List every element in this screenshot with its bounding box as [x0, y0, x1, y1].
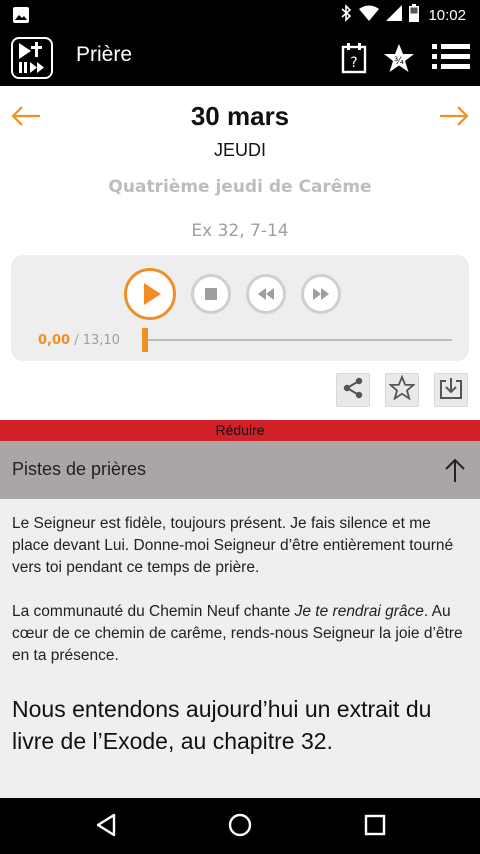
download-icon [438, 375, 464, 405]
audio-player: 0,00 / 13,10 [11, 255, 469, 361]
system-navigation-bar [0, 798, 480, 854]
song-title: Je te rendrai grâce [294, 603, 424, 620]
app-title: Prière [76, 43, 133, 66]
liturgical-day-label: Quatrième jeudi de Carême [108, 177, 372, 197]
play-button[interactable] [124, 268, 176, 320]
recent-apps-icon[interactable] [363, 812, 387, 842]
total-time: 13,10 [82, 333, 120, 348]
svg-text:?: ? [350, 55, 357, 71]
app-logo-icon[interactable] [11, 37, 53, 79]
current-time: 0,00 [38, 333, 71, 348]
home-icon[interactable] [227, 812, 253, 842]
battery-icon [409, 4, 420, 26]
scripture-reference: Ex 32, 7-14 [191, 221, 289, 241]
prayer-paragraph-2: La communauté du Chemin Neuf chante Je t… [12, 601, 468, 667]
bluetooth-icon [340, 4, 352, 26]
share-button[interactable] [336, 373, 370, 407]
time-separator: / [70, 333, 83, 348]
seek-thumb[interactable] [142, 328, 148, 352]
favorite-button[interactable] [385, 373, 419, 407]
image-icon [12, 6, 30, 28]
share-icon [341, 376, 365, 404]
reduce-button[interactable]: Réduire [0, 420, 480, 441]
app-bar: Prière ? ¾ [0, 30, 480, 86]
fast-forward-button[interactable] [301, 274, 341, 314]
wifi-icon [359, 5, 380, 25]
download-button[interactable] [434, 373, 468, 407]
weekday-label: JEUDI [213, 140, 266, 160]
calendar-icon[interactable]: ? [340, 42, 368, 78]
status-bar: 10:02 [0, 0, 480, 30]
favorites-star-icon[interactable]: ¾ [383, 42, 415, 78]
seek-track[interactable] [145, 339, 452, 341]
rewind-button[interactable] [246, 274, 286, 314]
section-title: Pistes de prières [12, 459, 147, 479]
status-time: 10:02 [428, 6, 466, 24]
reading-introduction: Nous entendons aujourd’hui un extrait du… [12, 696, 432, 754]
playback-time: 0,00 / 13,10 [38, 333, 120, 348]
paragraph-2-text-start: La communauté du Chemin Neuf chante [12, 603, 295, 620]
date-title: 30 mars [190, 101, 290, 131]
svg-text:¾: ¾ [394, 56, 404, 67]
menu-icon[interactable] [432, 42, 470, 76]
favorite-star-icon [388, 374, 416, 405]
prayer-content: Le Seigneur est fidèle, toujours présent… [0, 499, 480, 798]
prayer-paragraph-1: Le Seigneur est fidèle, toujours présent… [12, 515, 454, 576]
collapse-arrow-up-icon[interactable] [444, 457, 466, 487]
prayer-tracks-header[interactable]: Pistes de prières [0, 441, 480, 499]
back-icon[interactable] [94, 812, 118, 842]
signal-icon [386, 5, 403, 25]
stop-button[interactable] [191, 274, 231, 314]
